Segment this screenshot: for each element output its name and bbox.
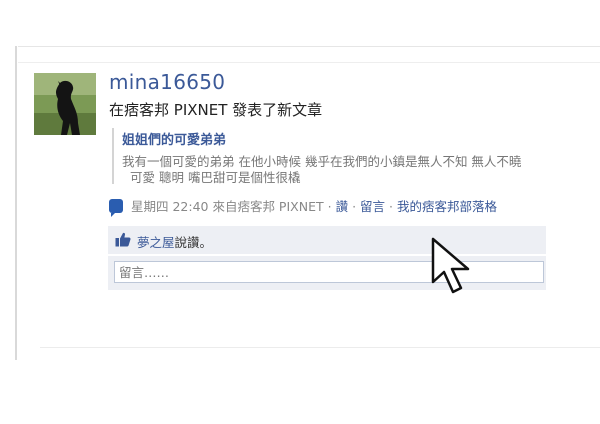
thumbs-up-icon	[115, 232, 131, 251]
post-headline: 在痞客邦 PIXNET 發表了新文章	[109, 101, 323, 119]
comment-area	[108, 256, 546, 290]
mouse-pointer-icon	[430, 236, 478, 300]
post-meta: 星期四 22:40 來自痞客邦 PIXNET · 讚 · 留言 · 我的痞客邦部…	[109, 196, 497, 217]
comment-link[interactable]: 留言	[360, 199, 385, 214]
article-quote: 姐姐們的可愛弟弟 我有一個可愛的弟弟 在他小時候 幾乎在我們的小鎮是無人不知 無…	[112, 128, 552, 186]
likes-suffix: 說讚。	[174, 235, 213, 250]
post-timestamp: 星期四 22:40 來自痞客邦 PIXNET	[130, 199, 324, 214]
frame-top-border-inner	[18, 62, 600, 63]
frame-left-border	[15, 46, 17, 360]
article-excerpt: 我有一個可愛的弟弟 在他小時候 幾乎在我們的小鎮是無人不知 無人不曉 可愛 聰明…	[122, 154, 552, 186]
comment-input[interactable]	[114, 261, 544, 283]
like-link[interactable]: 讚	[336, 199, 349, 214]
username-link[interactable]: mina16650	[109, 70, 225, 94]
frame-top-border	[18, 46, 600, 47]
article-title-link[interactable]: 姐姐們的可愛弟弟	[122, 129, 552, 148]
excerpt-line-1: 我有一個可愛的弟弟 在他小時候 幾乎在我們的小鎮是無人不知 無人不曉	[122, 154, 522, 169]
frame-bottom-border	[40, 347, 600, 348]
likes-panel: 夢之屋說讚。	[108, 226, 546, 254]
meta-separator: ·	[389, 199, 394, 214]
blog-link[interactable]: 我的痞客邦部落格	[397, 199, 497, 214]
avatar[interactable]	[34, 73, 96, 135]
excerpt-line-2: 可愛 聰明 嘴巴甜可是個性很橇	[130, 170, 301, 185]
liker-name-link[interactable]: 夢之屋	[137, 235, 175, 250]
meta-separator: ·	[352, 199, 357, 214]
comment-bubble-icon	[109, 199, 123, 217]
meta-separator: ·	[327, 199, 332, 214]
likes-text: 夢之屋說讚。	[137, 232, 212, 251]
